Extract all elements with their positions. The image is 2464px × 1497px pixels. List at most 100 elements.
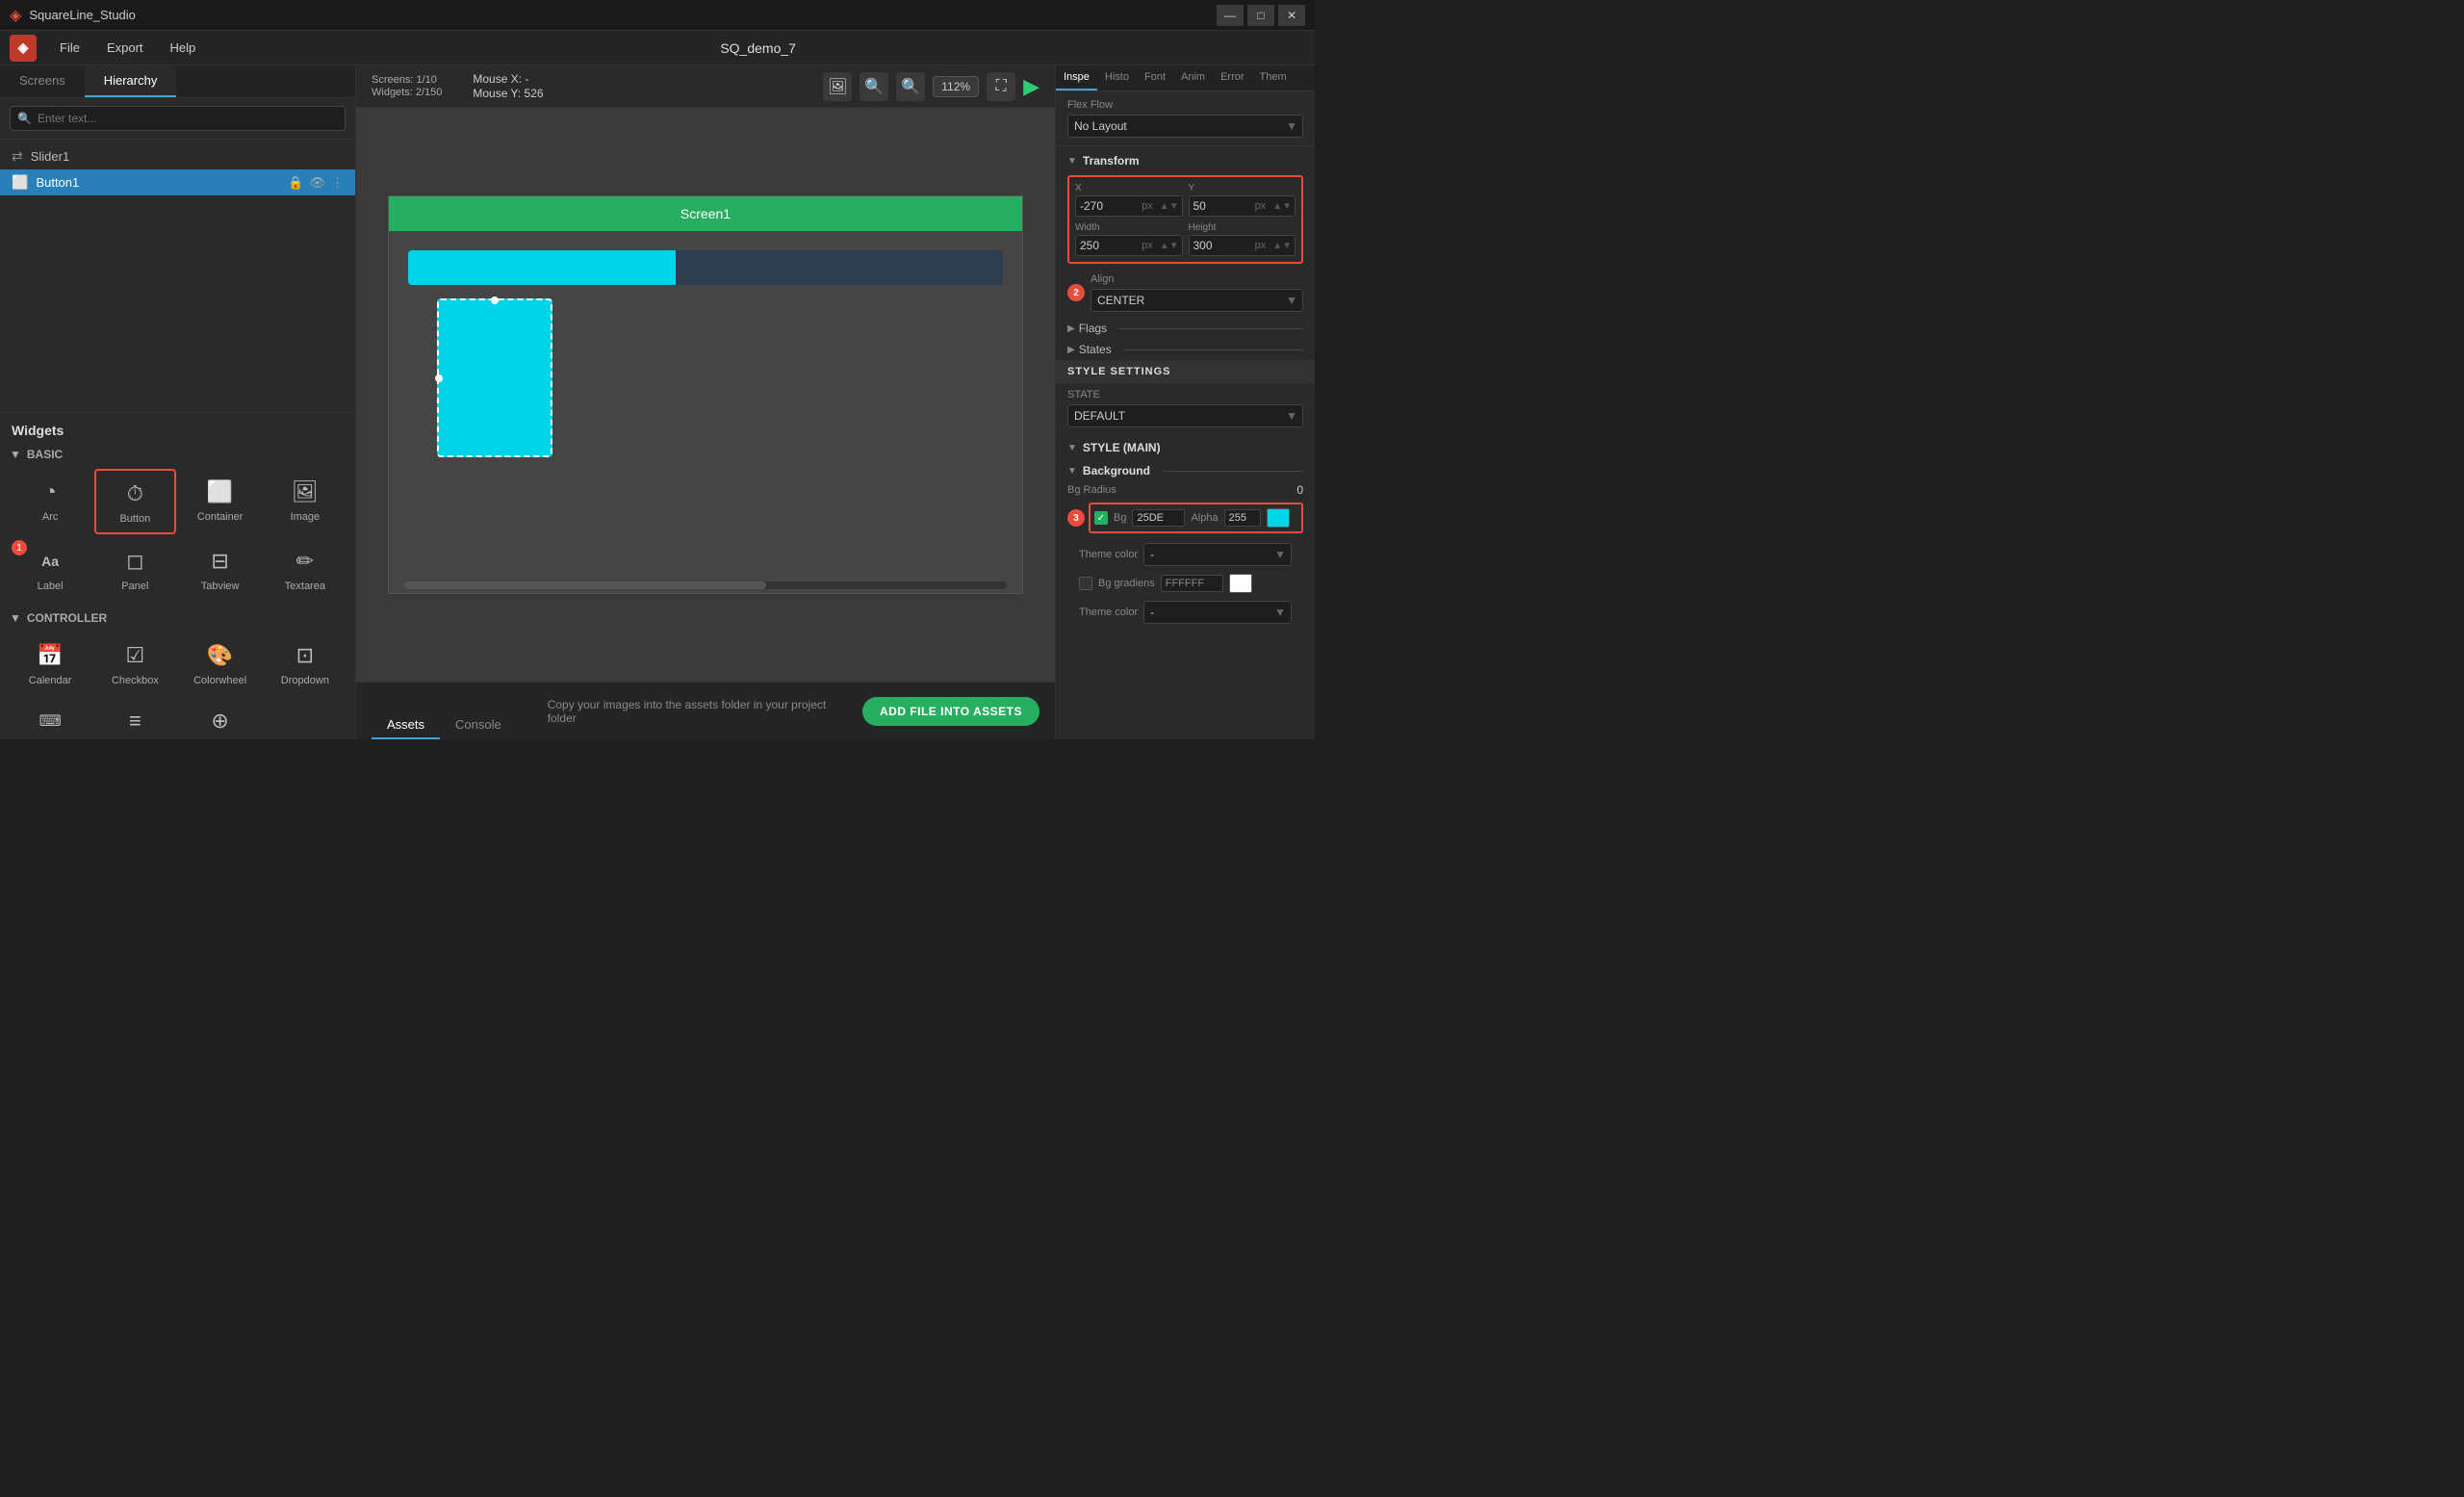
controller-widget-grid: 📅 Calendar ☑ Checkbox 🎨 Colorwheel ⊡ Dro… [10, 632, 346, 739]
right-tab-inspe[interactable]: Inspe [1056, 65, 1097, 90]
flags-row[interactable]: ▶ Flags [1056, 318, 1315, 339]
zoom-in-button[interactable]: 🔍 [896, 72, 925, 101]
zoom-out-button[interactable]: 🔍 [860, 72, 888, 101]
play-button[interactable]: ▶ [1023, 74, 1040, 99]
minimize-button[interactable]: — [1217, 5, 1244, 26]
widget-list[interactable]: ≡ List [94, 698, 175, 739]
more-icon[interactable]: ⋮ [331, 175, 344, 191]
eye-icon[interactable]: 👁 [309, 175, 325, 191]
colorwheel-label: Colorwheel [193, 675, 246, 686]
theme-color-label-2: Theme color [1079, 607, 1138, 618]
width-arrow-icon[interactable]: ▲▼ [1157, 241, 1182, 251]
x-arrow-icon[interactable]: ▲▼ [1157, 201, 1182, 212]
dropdown-label: Dropdown [281, 675, 329, 686]
bg-arrow-icon: ▼ [1067, 466, 1077, 477]
menu-file[interactable]: File [48, 37, 91, 59]
titlebar-controls: — □ ✕ [1217, 5, 1305, 26]
theme-select[interactable]: - [1143, 543, 1292, 566]
theme-color-row-2: Theme color - ▼ [1067, 597, 1303, 628]
widget-tabview[interactable]: ⊟ Tabview [180, 538, 261, 600]
gradient-swatch[interactable] [1229, 574, 1252, 593]
widget-colorwheel[interactable]: 🎨 Colorwheel [180, 632, 261, 694]
widget-label[interactable]: 1 Aa Label [10, 538, 90, 600]
lock-icon[interactable]: 🔒 [288, 175, 303, 191]
flex-flow-select[interactable]: No Layout [1067, 115, 1303, 138]
maximize-button[interactable]: □ [1247, 5, 1274, 26]
tab-console[interactable]: Console [440, 711, 517, 739]
transform-section: ▼ Transform X px ▲▼ Y [1056, 146, 1315, 360]
close-button[interactable]: ✕ [1278, 5, 1305, 26]
flex-flow-label: Flex Flow [1067, 99, 1303, 111]
button-widget[interactable] [437, 298, 552, 457]
fullscreen-button[interactable]: ⛶ [987, 72, 1015, 101]
state-select[interactable]: DEFAULT [1067, 404, 1303, 427]
alpha-input[interactable] [1224, 509, 1261, 527]
background-title-row[interactable]: ▼ Background [1067, 464, 1303, 477]
screen-header: Screen1 [389, 196, 1022, 231]
widget-calendar[interactable]: 📅 Calendar [10, 632, 90, 694]
states-label: States [1079, 343, 1112, 356]
align-section: Align CENTER ▼ [1091, 273, 1303, 312]
bg-color-box: ✓ Bg Alpha [1089, 503, 1303, 533]
widget-button[interactable]: ⏱ Button [94, 469, 175, 534]
right-panel: Inspe Histo Font Anim Error Them Flex Fl… [1055, 65, 1315, 739]
widget-checkbox[interactable]: ☑ Checkbox [94, 632, 175, 694]
textarea-label: Textarea [285, 581, 325, 592]
right-tab-histo[interactable]: Histo [1097, 65, 1137, 90]
widget-panel[interactable]: ◻ Panel [94, 538, 175, 600]
y-arrow-icon[interactable]: ▲▼ [1270, 201, 1295, 212]
right-tab-them[interactable]: Them [1252, 65, 1295, 90]
screenshot-button[interactable]: 🖼 [823, 72, 852, 101]
right-tab-error[interactable]: Error [1213, 65, 1251, 90]
x-field[interactable] [1076, 196, 1138, 216]
button-icon: ⬜ [12, 174, 28, 191]
checkbox-label: Checkbox [112, 675, 159, 686]
widget-textarea[interactable]: ✏ Textarea [265, 538, 346, 600]
color-swatch[interactable] [1267, 508, 1290, 528]
tab-screens[interactable]: Screens [0, 65, 85, 97]
section-basic[interactable]: ▼ BASIC [10, 448, 346, 461]
width-field[interactable] [1076, 236, 1138, 255]
assets-info: Copy your images into the assets folder … [532, 698, 862, 725]
height-arrow-icon[interactable]: ▲▼ [1270, 241, 1295, 251]
right-tab-anim[interactable]: Anim [1173, 65, 1213, 90]
widget-roller[interactable]: ⊕ Roller [180, 698, 261, 739]
bg-radius-value: 0 [1296, 483, 1303, 497]
transform-title[interactable]: ▼ Transform [1056, 146, 1315, 171]
states-row[interactable]: ▶ States [1056, 339, 1315, 360]
widget-container[interactable]: ⬜ Container [180, 469, 261, 534]
arc-label: Arc [42, 511, 59, 523]
canvas-content[interactable]: Screen1 [356, 108, 1055, 682]
menu-export[interactable]: Export [95, 37, 155, 59]
style-main-title[interactable]: ▼ STYLE (MAIN) [1056, 433, 1315, 458]
search-input[interactable] [10, 106, 346, 131]
theme-select-2[interactable]: - [1143, 601, 1292, 624]
section-label-controller: CONTROLLER [27, 611, 107, 625]
bg-checkbox[interactable]: ✓ [1094, 511, 1108, 525]
bg-hex-input[interactable] [1132, 509, 1185, 527]
add-file-button[interactable]: ADD FILE INTO ASSETS [862, 697, 1040, 726]
widget-image[interactable]: 🖼 Image [265, 469, 346, 534]
height-input-group: Height px ▲▼ [1189, 222, 1296, 256]
zoom-level[interactable]: 112% [933, 76, 979, 97]
widget-dropdown[interactable]: ⊡ Dropdown [265, 632, 346, 694]
height-field[interactable] [1190, 236, 1251, 255]
tab-hierarchy[interactable]: Hierarchy [85, 65, 177, 97]
hierarchy-item-button1[interactable]: ⬜ Button1 🔒 👁 ⋮ [0, 169, 355, 195]
align-select[interactable]: CENTER [1091, 289, 1303, 312]
hierarchy-item-slider1[interactable]: ⇄ Slider1 [0, 143, 355, 169]
widget-arc[interactable]: ◔ Arc [10, 469, 90, 534]
tab-assets[interactable]: Assets [372, 711, 440, 739]
style-main-label: STYLE (MAIN) [1083, 441, 1161, 454]
widget-keyboard[interactable]: ⌨ Keyboard [10, 698, 90, 739]
gradient-color-input[interactable] [1161, 575, 1223, 592]
y-field[interactable] [1190, 196, 1251, 216]
slider-widget[interactable] [408, 250, 1003, 285]
canvas-scrollbar[interactable] [404, 581, 1007, 589]
theme-color-row: Theme color - ▼ [1067, 539, 1303, 570]
gradient-checkbox[interactable] [1079, 577, 1092, 590]
section-controller[interactable]: ▼ CONTROLLER [10, 611, 346, 625]
menu-help[interactable]: Help [159, 37, 208, 59]
container-label: Container [197, 511, 244, 523]
right-tab-font[interactable]: Font [1137, 65, 1173, 90]
